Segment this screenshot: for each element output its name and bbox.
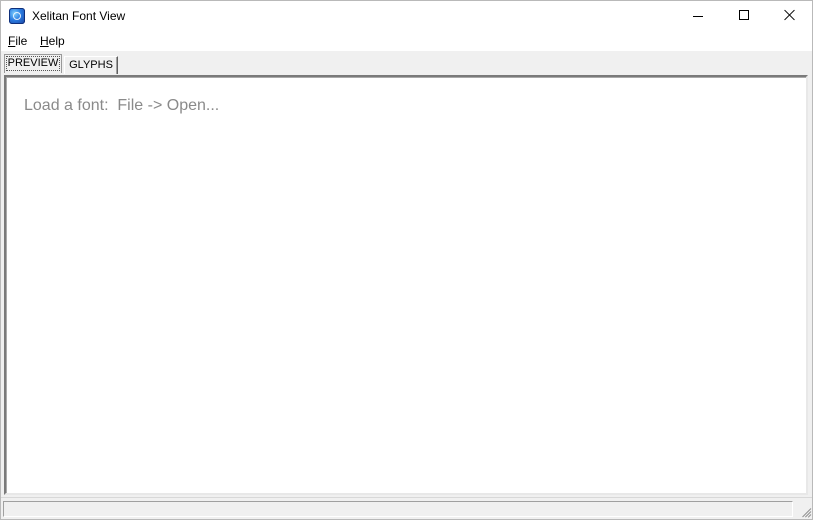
menu-bar: File Help [1, 31, 812, 51]
status-bar [1, 497, 812, 519]
close-icon [784, 9, 796, 21]
maximize-button[interactable] [721, 1, 767, 31]
menu-help-label: elp [48, 34, 65, 48]
tab-preview[interactable]: PREVIEW [4, 54, 62, 73]
minimize-icon [693, 16, 703, 17]
menu-help[interactable]: Help [40, 34, 65, 48]
app-globe-icon[interactable] [9, 8, 25, 24]
status-text [3, 501, 793, 517]
title-bar[interactable]: Xelitan Font View [1, 1, 812, 31]
close-button[interactable] [767, 1, 812, 31]
menu-file-label: ile [15, 34, 28, 48]
minimize-button[interactable] [675, 1, 721, 31]
menu-file[interactable]: File [8, 34, 27, 48]
preview-placeholder: Load a font: File -> Open... [24, 97, 220, 114]
tab-strip: PREVIEW GLYPHS [1, 51, 812, 75]
window-title: Xelitan Font View [32, 9, 126, 23]
tab-glyphs[interactable]: GLYPHS [64, 56, 118, 74]
app-window: Xelitan Font View File Help PREVIEW GLYP… [0, 0, 813, 520]
menu-help-mnemonic: H [40, 34, 49, 48]
maximize-icon [739, 10, 749, 20]
preview-panel[interactable]: Load a font: File -> Open... [4, 75, 808, 495]
resize-grip-icon[interactable] [797, 504, 812, 518]
